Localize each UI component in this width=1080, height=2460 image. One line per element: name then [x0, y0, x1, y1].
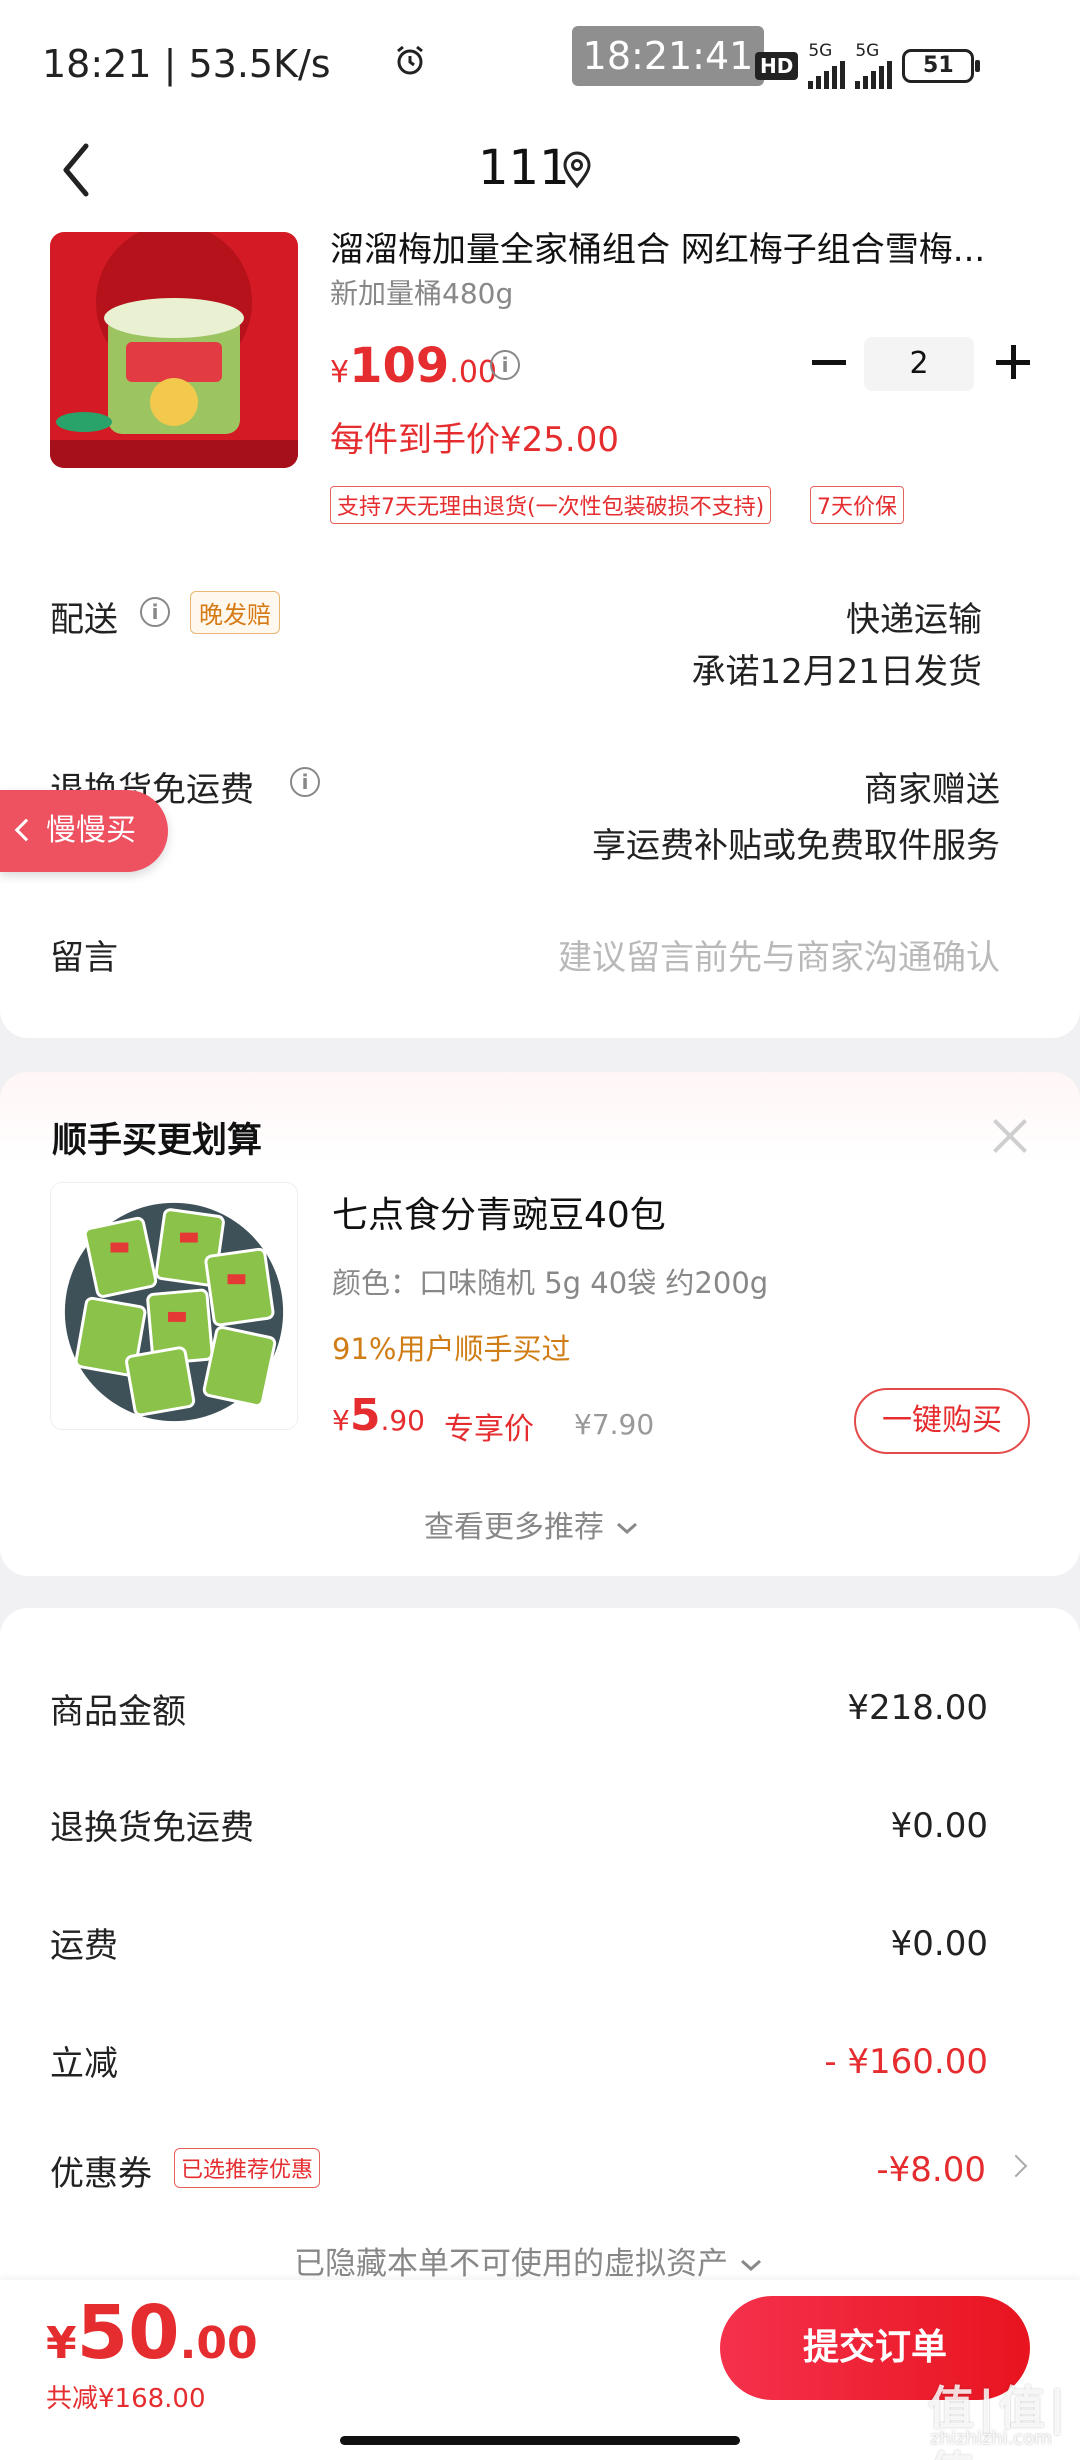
- battery-icon: 51: [902, 49, 981, 83]
- delivery-label: 配送: [50, 600, 118, 640]
- coupon-selected-badge: 已选推荐优惠: [174, 2148, 321, 2188]
- return-policy-tag: 支持7天无理由退货(一次性包装破损不支持): [330, 486, 772, 524]
- one-click-buy-button[interactable]: 一键购买: [854, 1388, 1030, 1454]
- total-saved: 共减¥168.00: [46, 2384, 206, 2414]
- return-info-icon[interactable]: i: [290, 767, 320, 797]
- per-item-price: 每件到手价¥25.00: [330, 420, 619, 460]
- addon-original-price: ¥7.90: [574, 1408, 655, 1441]
- alarm-icon: [397, 45, 423, 75]
- total-price: ¥50.00: [46, 2290, 258, 2376]
- signal-2-icon: 5G: [855, 43, 893, 89]
- status-time-speed: 18:21 | 53.5K/s: [42, 42, 331, 86]
- chevron-down-icon: [616, 1522, 637, 1535]
- coupon-value[interactable]: -¥8.00: [876, 2150, 986, 2190]
- summary-label-coupon: 优惠券: [50, 2154, 152, 2194]
- delivery-method: 快递运输: [846, 600, 982, 640]
- addon-bought-rate: 91%用户顺手买过: [332, 1332, 571, 1366]
- page-title: 111: [478, 140, 570, 196]
- late-compensation-badge: 晚发赔: [190, 591, 280, 634]
- return-shipping-value: 商家赠送: [864, 770, 1000, 810]
- hd-icon: HD: [755, 52, 799, 80]
- chevron-left-icon: [14, 818, 38, 842]
- delivery-info-icon[interactable]: i: [140, 597, 170, 627]
- signal-1-icon: 5G: [808, 43, 846, 89]
- addon-section-title: 顺手买更划算: [52, 1121, 263, 1161]
- watermark-url: zhizhizhi.com: [930, 2428, 1052, 2449]
- location-pin-icon[interactable]: [560, 150, 594, 190]
- summary-label-return: 退换货免运费: [50, 1808, 254, 1848]
- exclusive-price-label: 专享价: [444, 1412, 534, 1447]
- price-info-icon[interactable]: i: [490, 350, 520, 380]
- chevron-down-icon: [740, 2259, 761, 2272]
- return-shipping-detail: 享运费补贴或免费取件服务: [592, 826, 1000, 866]
- slow-buy-button[interactable]: 慢慢买: [0, 790, 168, 872]
- quantity-field[interactable]: 2: [864, 337, 974, 391]
- summary-label-shipping: 运费: [50, 1926, 118, 1966]
- back-arrow-icon[interactable]: [58, 140, 98, 200]
- summary-label-goods: 商品金额: [50, 1692, 186, 1732]
- quantity-minus-button[interactable]: [812, 360, 846, 365]
- summary-label-discount: 立减: [50, 2044, 118, 2084]
- message-label: 留言: [50, 938, 118, 978]
- product-image[interactable]: [50, 232, 298, 468]
- status-icons: HD 5G 5G 51: [755, 43, 981, 89]
- summary-value-discount: - ¥160.00: [824, 2042, 988, 2082]
- more-recommendations-link[interactable]: 查看更多推荐: [424, 1502, 640, 1546]
- quantity-plus-button[interactable]: [996, 345, 1030, 379]
- close-icon[interactable]: [992, 1118, 1028, 1154]
- summary-value-shipping: ¥0.00: [890, 1924, 988, 1964]
- delivery-promise: 承诺12月21日发货: [691, 652, 982, 692]
- message-input[interactable]: 建议留言前先与商家沟通确认: [558, 930, 1000, 979]
- addon-product-name[interactable]: 七点食分青豌豆40包: [332, 1186, 666, 1238]
- hidden-assets-toggle[interactable]: 已隐藏本单不可使用的虚拟资产: [294, 2238, 764, 2283]
- addon-product-image[interactable]: [50, 1182, 298, 1430]
- addon-product-spec: 颜色：口味随机 5g 40袋 约200g: [332, 1266, 769, 1300]
- price-protect-tag: 7天价保: [810, 486, 904, 524]
- addon-price: ¥5.90: [332, 1390, 425, 1441]
- home-indicator[interactable]: [340, 2436, 740, 2445]
- summary-value-goods: ¥218.00: [847, 1688, 988, 1728]
- product-price: ¥109.00: [330, 338, 498, 394]
- clock-overlay: 18:21:41: [572, 26, 764, 86]
- summary-value-return: ¥0.00: [890, 1806, 988, 1846]
- product-name[interactable]: 溜溜梅加量全家桶组合 网红梅子组合雪梅...: [330, 222, 1030, 271]
- product-spec[interactable]: 新加量桶480g: [330, 272, 513, 312]
